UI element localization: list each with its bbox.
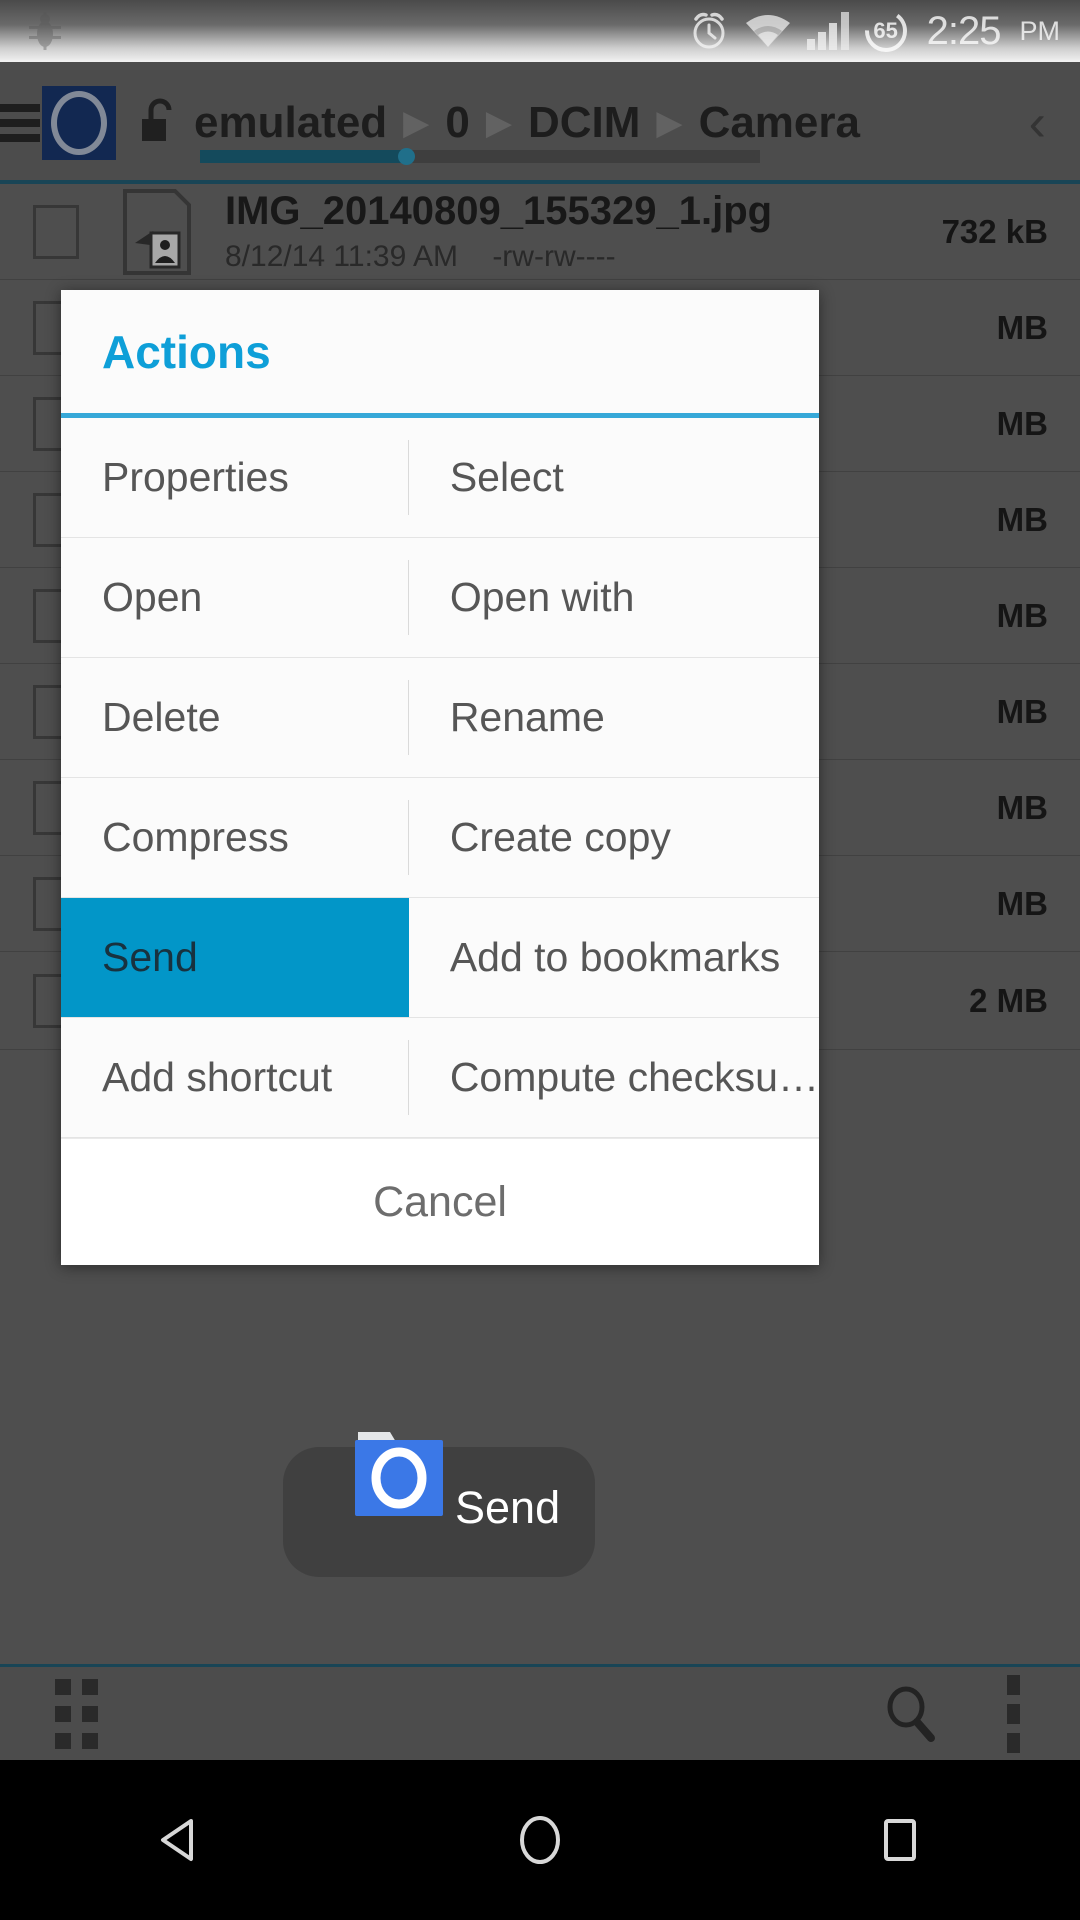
android-screen: 65 2:25 PM emulated ▶ 0 ▶ DCIM ▶ Camera … — [0, 0, 1080, 1920]
file-size: MB — [996, 404, 1048, 442]
action-delete[interactable]: Delete — [61, 658, 409, 777]
cancel-button[interactable]: Cancel — [373, 1178, 507, 1227]
chevron-right-icon: ▶ — [485, 104, 512, 142]
action-label: Send — [102, 934, 198, 980]
home-circle-icon[interactable] — [509, 1809, 571, 1871]
action-create-copy[interactable]: Create copy — [409, 778, 819, 897]
loading-progress-bar — [200, 148, 760, 165]
file-name: IMG_20140809_155329_1.jpg — [225, 189, 773, 233]
file-size: 732 kB — [941, 212, 1048, 250]
status-bar: 65 2:25 PM — [0, 0, 1080, 62]
action-label: Add shortcut — [102, 1054, 333, 1100]
toast-overlay: Send — [283, 1432, 595, 1577]
progress-fill — [200, 150, 410, 163]
actions-dialog: Actions Properties Select Open Open with… — [61, 290, 819, 1265]
file-size: MB — [996, 884, 1048, 922]
action-label: Select — [449, 454, 564, 500]
breadcrumb-item-1[interactable]: 0 — [445, 98, 469, 148]
battery-icon: 65 — [862, 7, 910, 55]
app-toolbar: emulated ▶ 0 ▶ DCIM ▶ Camera ‹ — [0, 62, 1080, 184]
action-label: Create copy — [449, 814, 671, 860]
file-size: MB — [996, 788, 1048, 826]
row-checkbox[interactable] — [33, 204, 79, 259]
action-compress[interactable]: Compress — [61, 778, 409, 897]
action-rename[interactable]: Rename — [409, 658, 819, 777]
bottom-toolbar-actions — [881, 1674, 1020, 1753]
chevron-right-icon: ▶ — [403, 104, 430, 142]
breadcrumb: emulated ▶ 0 ▶ DCIM ▶ Camera — [138, 97, 1029, 149]
file-info: IMG_20140809_155329_1.jpg 8/12/14 11:39 … — [225, 189, 942, 274]
file-permissions: -rw-rw---- — [492, 240, 616, 273]
overflow-menu-icon[interactable] — [1007, 1674, 1020, 1753]
action-label: Compute checksu… — [449, 1054, 819, 1100]
recents-square-icon[interactable] — [869, 1809, 931, 1871]
action-add-shortcut[interactable]: Add shortcut — [61, 1018, 409, 1137]
action-send[interactable]: Send — [61, 898, 409, 1017]
dialog-footer: Cancel — [61, 1138, 819, 1265]
file-size: MB — [996, 596, 1048, 634]
status-bar-clock-ampm: PM — [1019, 15, 1061, 46]
action-label: Add to bookmarks — [449, 934, 781, 980]
action-open[interactable]: Open — [61, 538, 409, 657]
back-triangle-icon[interactable] — [149, 1809, 211, 1871]
unlocked-padlock-icon[interactable] — [138, 97, 178, 149]
battery-percent: 65 — [873, 18, 898, 43]
actions-grid: Properties Select Open Open with Delete … — [61, 418, 819, 1138]
file-size: 2 MB — [969, 981, 1048, 1019]
row-divider — [61, 1137, 819, 1138]
wifi-icon — [745, 15, 790, 47]
toolbar-underline — [0, 180, 1080, 184]
breadcrumb-item-3[interactable]: Camera — [699, 98, 860, 148]
image-file-thumbnail-icon — [123, 188, 191, 275]
status-bar-icons: 65 2:25 PM — [687, 7, 1060, 55]
status-bar-clock: 2:25 — [926, 8, 1002, 53]
search-icon[interactable] — [881, 1684, 941, 1744]
cellular-signal-icon — [806, 12, 849, 50]
status-bar-notifications — [26, 10, 64, 52]
grid-dots-icon[interactable] — [55, 1678, 98, 1749]
action-select[interactable]: Select — [409, 418, 819, 537]
file-date: 8/12/14 11:39 AM — [225, 240, 458, 273]
bug-icon — [29, 12, 61, 50]
action-label: Delete — [102, 694, 221, 740]
action-properties[interactable]: Properties — [61, 418, 409, 537]
action-label: Compress — [102, 814, 289, 860]
alarm-clock-icon — [693, 12, 725, 49]
action-label: Rename — [449, 694, 605, 740]
table-row[interactable]: IMG_20140809_155329_1.jpg 8/12/14 11:39 … — [0, 184, 1080, 280]
hamburger-menu-icon[interactable] — [0, 104, 40, 142]
progress-knob — [398, 148, 415, 165]
dialog-title-bar: Actions — [61, 290, 819, 418]
file-size: MB — [996, 500, 1048, 538]
file-size: MB — [996, 308, 1048, 346]
file-size: MB — [996, 692, 1048, 730]
page-title: Actions — [102, 325, 271, 378]
amaze-folder-icon — [355, 1432, 443, 1516]
action-label: Properties — [102, 454, 289, 500]
toast-label: Send — [455, 1482, 561, 1533]
android-navigation-bar — [0, 1760, 1080, 1920]
breadcrumb-item-0[interactable]: emulated — [194, 98, 387, 148]
file-meta: 8/12/14 11:39 AM -rw-rw---- — [225, 240, 942, 274]
action-compute-checksum[interactable]: Compute checksu… — [409, 1018, 819, 1137]
action-label: Open with — [449, 574, 635, 620]
breadcrumb-item-2[interactable]: DCIM — [528, 98, 640, 148]
action-add-to-bookmarks[interactable]: Add to bookmarks — [409, 898, 819, 1017]
chevron-right-icon: ▶ — [656, 104, 683, 142]
action-label: Open — [102, 574, 203, 620]
bottom-toolbar — [0, 1664, 1080, 1760]
amaze-folder-icon[interactable] — [42, 86, 116, 160]
breadcrumb-scroll-left-icon[interactable]: ‹ — [1029, 93, 1046, 153]
action-open-with[interactable]: Open with — [409, 538, 819, 657]
